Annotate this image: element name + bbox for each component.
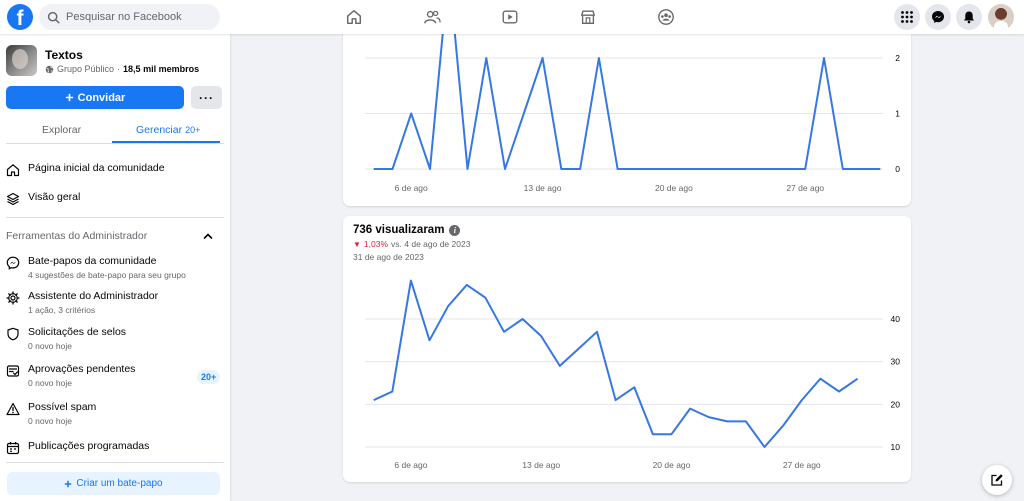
messenger-outline-icon: [6, 256, 20, 270]
home-icon[interactable]: [343, 6, 365, 28]
tab-explore[interactable]: Explorar: [42, 124, 81, 136]
sidebar-item-possible-spam[interactable]: Possível spam 0 novo hoje: [6, 401, 96, 426]
sidebar-item-subtitle: 0 novo hoje: [28, 416, 72, 426]
plus-icon: [65, 480, 72, 487]
home-outline-icon: [6, 164, 20, 177]
invite-button-label: Convidar: [77, 91, 126, 104]
divider: [6, 462, 224, 463]
y-tick-label: 40: [891, 314, 901, 324]
member-count[interactable]: 18,5 mil membros: [123, 64, 199, 74]
y-tick-label: 30: [891, 357, 901, 367]
calendar-icon: [6, 442, 20, 455]
compose-icon: [991, 474, 1003, 486]
y-tick-label: 1: [895, 109, 900, 119]
chevron-up-icon[interactable]: [203, 231, 213, 241]
bell-icon: [964, 11, 974, 24]
tab-manage-badge: 20+: [185, 125, 201, 135]
sidebar-item-overview[interactable]: Visão geral: [6, 191, 80, 206]
search-icon: [47, 11, 60, 24]
messenger-button[interactable]: [925, 4, 951, 30]
group-cover-thumbnail[interactable]: [6, 45, 37, 76]
sidebar-item-label: Solicitações de selos: [28, 326, 127, 338]
sidebar-item-label: Publicações programadas: [28, 440, 150, 452]
approvals-icon: [6, 365, 20, 377]
views-chart-card: 736 visualizaram i ▼ 1,03% vs. 4 de ago …: [343, 216, 911, 482]
more-options-button[interactable]: ···: [191, 86, 222, 109]
sidebar-item-label: Página inicial da comunidade: [28, 162, 165, 174]
sidebar-item-subtitle: 1 ação, 3 critérios: [28, 305, 96, 315]
plus-icon: [65, 93, 73, 102]
sidebar-item-label: Possível spam: [28, 401, 97, 413]
tab-manage-label: Gerenciar: [136, 124, 183, 136]
gear-icon: [6, 291, 20, 305]
sidebar-item-badge-requests[interactable]: Solicitações de selos 0 novo hoje: [6, 326, 126, 351]
sidebar-item-subtitle: 0 novo hoje: [28, 378, 72, 388]
sidebar-item-label: Aprovações pendentes: [28, 363, 136, 375]
video-icon[interactable]: [499, 6, 521, 28]
search-input[interactable]: [66, 11, 216, 23]
globe-icon: [45, 65, 54, 73]
search-box[interactable]: [39, 4, 220, 30]
x-tick-label: 6 de ago: [395, 183, 428, 193]
y-tick-label: 10: [891, 442, 901, 452]
x-tick-label: 13 de ago: [522, 460, 560, 470]
sidebar-item-pending-approvals[interactable]: Aprovações pendentes 0 novo hoje: [6, 363, 135, 388]
line-chart-1: 0 1 2 6 de ago 13 de ago 20 de ago 27 de ago: [365, 20, 900, 193]
top-navigation-bar: f: [0, 0, 1024, 34]
menu-grid-button[interactable]: [894, 4, 920, 30]
profile-avatar[interactable]: [988, 4, 1014, 30]
marketplace-icon[interactable]: [577, 6, 599, 28]
sidebar-item-label: Bate-papos da comunidade: [28, 255, 157, 267]
x-tick-label: 27 de ago: [783, 460, 821, 470]
x-tick-label: 20 de ago: [653, 460, 691, 470]
friends-icon[interactable]: [421, 6, 443, 28]
sidebar-item-label: Visão geral: [28, 191, 81, 203]
shield-icon: [7, 327, 19, 341]
sidebar-item-community-home[interactable]: Página inicial da comunidade: [6, 162, 165, 177]
x-tick-label: 13 de ago: [524, 183, 562, 193]
x-tick-label: 20 de ago: [655, 183, 693, 193]
new-message-button[interactable]: [982, 465, 1012, 495]
sidebar-item-community-chats[interactable]: Bate-papos da comunidade 4 sugestões de b…: [6, 255, 186, 280]
y-tick-label: 2: [895, 53, 900, 63]
group-privacy: Grupo Público: [57, 64, 115, 74]
group-name[interactable]: Textos: [45, 48, 83, 62]
notifications-button[interactable]: [956, 4, 982, 30]
sidebar-item-subtitle: 0 novo hoje: [28, 341, 72, 351]
y-tick-label: 0: [895, 164, 900, 174]
facebook-logo[interactable]: f: [7, 4, 33, 30]
tab-manage[interactable]: Gerenciar 20+: [136, 124, 200, 136]
sidebar-item-admin-assistant[interactable]: Assistente do Administrador 1 ação, 3 cri…: [6, 290, 158, 315]
warning-icon: [6, 402, 20, 416]
groups-icon[interactable]: [655, 6, 677, 28]
pending-approvals-badge: 20+: [197, 370, 221, 384]
menu-grid-icon: [901, 11, 913, 23]
x-tick-label: 6 de ago: [394, 460, 427, 470]
layers-icon: [6, 192, 20, 206]
sidebar-item-scheduled-posts[interactable]: Publicações programadas: [6, 440, 149, 455]
sidebar-item-label: Assistente do Administrador: [28, 290, 159, 302]
series-line: [373, 279, 859, 448]
admin-tools-section-title: Ferramentas do Administrador: [6, 230, 148, 242]
create-chat-button[interactable]: Criar um bate-papo: [7, 472, 220, 495]
create-chat-label: Criar um bate-papo: [76, 478, 163, 489]
chart-card-1: 0 1 2 6 de ago 13 de ago 20 de ago 27 de ago: [343, 20, 911, 206]
x-tick-label: 27 de ago: [786, 183, 824, 193]
sidebar-item-subtitle: 4 sugestões de bate-papo para seu grupo: [28, 270, 186, 280]
meta-separator: ·: [117, 64, 121, 74]
group-meta: Grupo Público · 18,5 mil membros: [45, 64, 199, 74]
divider: [6, 143, 224, 144]
divider: [6, 217, 224, 218]
group-sidebar: Textos Grupo Público · 18,5 mil membros …: [0, 34, 230, 501]
invite-button[interactable]: Convidar: [6, 86, 184, 109]
series-line: [373, 20, 881, 170]
y-tick-label: 20: [891, 399, 901, 409]
line-chart-2: 10 20 30 40 6 de ago 13 de ago 20 de ago 27 de …: [365, 279, 901, 470]
messenger-icon: [932, 11, 944, 23]
